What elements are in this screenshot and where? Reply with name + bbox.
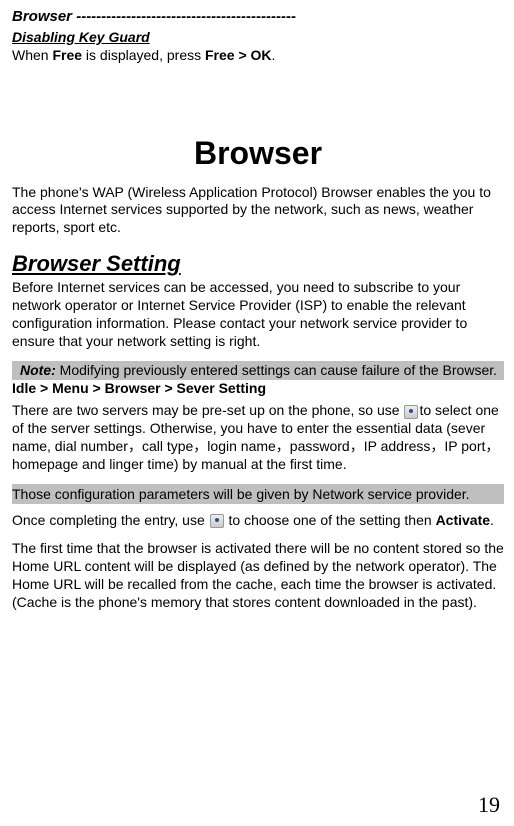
header-dashes: ----------------------------------------… — [72, 8, 296, 25]
setting-paragraph-4: The first time that the browser is activ… — [12, 540, 504, 612]
note-box: Note: Modifying previously entered setti… — [12, 361, 504, 381]
keyguard-instruction: When Free is displayed, press Free > OK. — [12, 47, 504, 65]
note-label: Note: — [20, 362, 56, 378]
menu-path: Idle > Menu > Browser > Sever Setting — [12, 380, 504, 396]
provider-note: Those configuration parameters will be g… — [12, 484, 504, 504]
nav-key-icon — [404, 405, 418, 419]
setting-paragraph-1: Before Internet services can be accessed… — [12, 279, 504, 351]
page-title: Browser — [12, 135, 504, 172]
running-header: Browser --------------------------------… — [12, 8, 504, 25]
subheading-disabling-key-guard: Disabling Key Guard — [12, 29, 504, 45]
page-number: 19 — [478, 792, 500, 818]
setting-paragraph-3: Once completing the entry, use to choose… — [12, 512, 504, 530]
intro-paragraph: The phone's WAP (Wireless Application Pr… — [12, 184, 504, 238]
header-label: Browser — [12, 8, 72, 25]
note-text: Modifying previously entered settings ca… — [56, 362, 497, 378]
section-heading-browser-setting: Browser Setting — [12, 251, 504, 277]
setting-paragraph-2: There are two servers may be pre-set up … — [12, 402, 504, 474]
nav-key-icon — [210, 514, 224, 528]
